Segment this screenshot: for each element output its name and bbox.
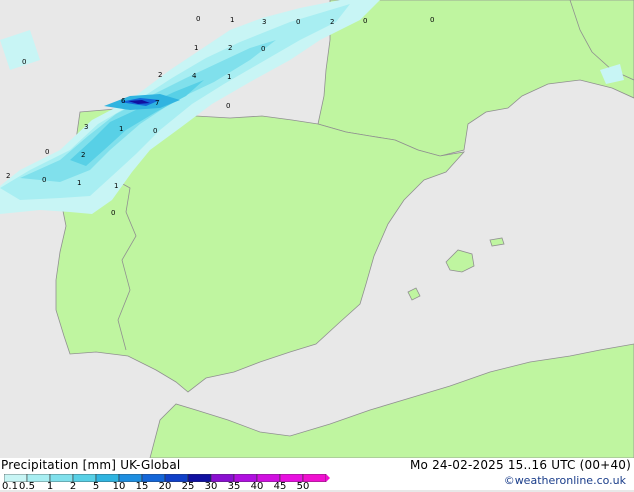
map-value: 0	[261, 45, 265, 53]
scale-tick-label: 35	[227, 481, 241, 492]
map-value: 2	[81, 151, 85, 159]
map-value: 0	[42, 176, 46, 184]
credit-link[interactable]: ©weatheronline.co.uk	[504, 474, 626, 487]
map-value: 2	[158, 71, 162, 79]
map-value: 0	[111, 209, 115, 217]
map-value: 1	[194, 44, 198, 52]
product-name: Precipitation [mm]	[1, 458, 117, 472]
map-value: 1	[227, 73, 231, 81]
scale-tick-label: 0.5	[19, 481, 35, 492]
map-value: 0	[363, 17, 367, 25]
model-name: UK-Global	[120, 458, 181, 472]
map-value: 0	[430, 16, 434, 24]
scale-tick-label: 0.1	[2, 481, 18, 492]
map-value: 3	[84, 123, 88, 131]
scale-tick-label: 45	[273, 481, 287, 492]
map-value: 1	[77, 179, 81, 187]
map-value: 0	[22, 58, 26, 66]
map-value: 1	[114, 182, 118, 190]
map-value: 0	[296, 18, 300, 26]
scale-tick-label: 1	[46, 481, 54, 492]
map-value: 0	[196, 15, 200, 23]
valid-time: Mo 24-02-2025 15..16 UTC (00+40)	[409, 458, 631, 472]
scale-tick-label: 20	[158, 481, 172, 492]
scale-tick-label: 5	[92, 481, 100, 492]
map-canvas: 0 1 3 0 2 0 0 1 2 0 0 2 4 1 6 7 0 3 1 0 …	[0, 0, 634, 458]
precipitation-map: 0 1 3 0 2 0 0 1 2 0 0 2 4 1 6 7 0 3 1 0 …	[0, 0, 634, 458]
scale-tick-label: 10	[112, 481, 126, 492]
scale-arrow	[326, 474, 330, 482]
map-value: 0	[45, 148, 49, 156]
map-value: 3	[262, 18, 266, 26]
map-value: 0	[226, 102, 230, 110]
map-value: 6	[121, 97, 126, 105]
scale-tick-label: 25	[181, 481, 195, 492]
map-value: 1	[230, 16, 234, 24]
map-value: 4	[192, 72, 197, 80]
scale-tick-label: 50	[296, 481, 310, 492]
scale-tick-label: 15	[135, 481, 149, 492]
footer: Precipitation [mm] UK-Global Mo 24-02-20…	[0, 458, 634, 492]
scale-tick-label: 40	[250, 481, 264, 492]
scale-tick-label: 30	[204, 481, 218, 492]
map-value: 2	[330, 18, 334, 26]
map-value: 2	[228, 44, 232, 52]
product-title: Precipitation [mm] UK-Global	[1, 458, 180, 472]
map-value: 2	[6, 172, 10, 180]
map-value: 1	[119, 125, 123, 133]
map-value: 0	[153, 127, 157, 135]
map-value: 7	[155, 99, 159, 107]
scale-tick-label: 2	[69, 481, 77, 492]
